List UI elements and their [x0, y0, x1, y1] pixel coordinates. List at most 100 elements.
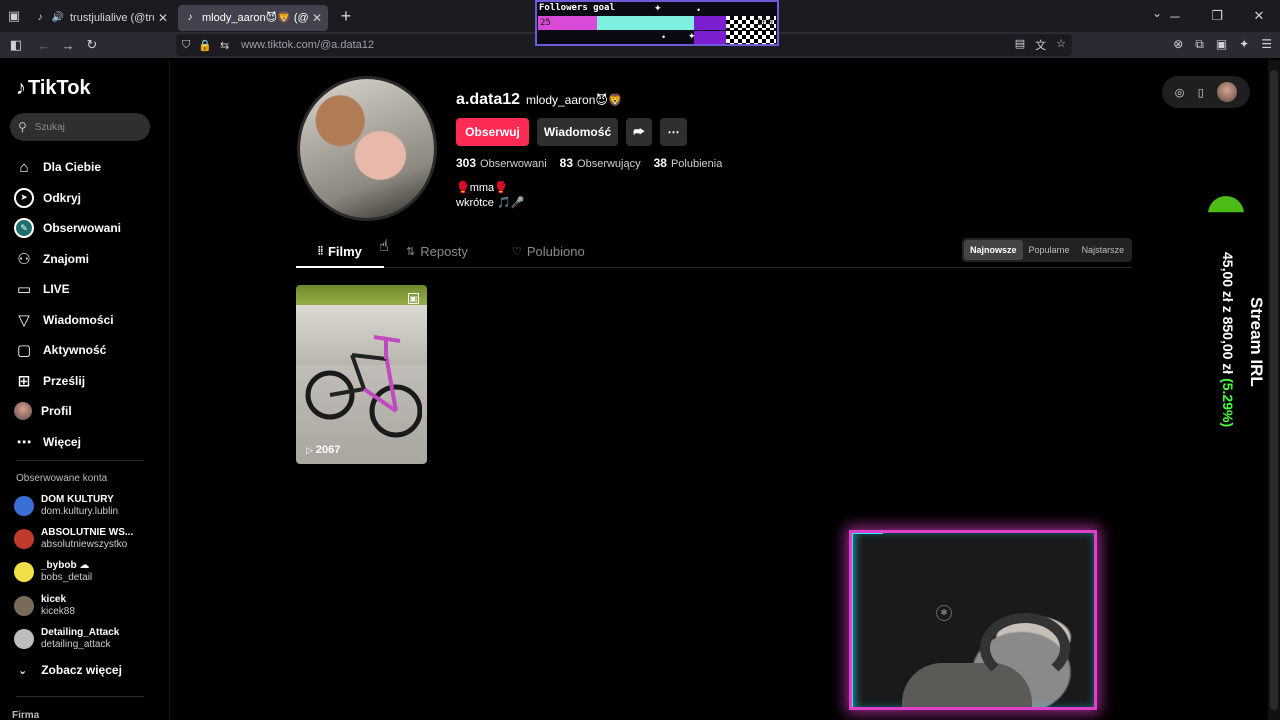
account-name: kicek	[41, 594, 67, 605]
heart-icon: ♡	[512, 246, 522, 258]
friends-icon: ⚇	[17, 250, 31, 268]
sort-newest[interactable]: Najnowsze	[964, 240, 1023, 260]
addon-blue-icon[interactable]: ✦	[1239, 37, 1249, 52]
sort-popular[interactable]: Popularne	[1023, 240, 1076, 260]
menu-icon[interactable]: ☰	[1261, 37, 1272, 52]
more-options-button[interactable]: ⋯	[660, 118, 687, 146]
play-icon: ▷	[306, 444, 313, 455]
phone-icon[interactable]: ▯	[1198, 86, 1204, 99]
headphones-icon	[980, 613, 1070, 683]
account-name: Detailing_Attack	[41, 627, 120, 638]
footer-company-link[interactable]: Firma	[12, 710, 39, 720]
tab-overview-icon[interactable]: ▣	[0, 0, 28, 32]
sidebar-item-label: Dla Ciebie	[43, 160, 102, 175]
sidebar-toggle-icon[interactable]: ◧	[4, 33, 28, 57]
minimize-icon[interactable]: ─	[1154, 0, 1196, 32]
scrollbar-thumb[interactable]	[1270, 70, 1278, 710]
account-handle: detailing_attack	[41, 639, 111, 650]
sidebar-item-more[interactable]: ⋯ Więcej	[14, 427, 121, 458]
close-tab-icon[interactable]: ✕	[158, 11, 168, 25]
shield-icon[interactable]: ⛉	[182, 39, 190, 52]
translate-icon[interactable]: 文	[1035, 37, 1046, 53]
followed-account[interactable]: _bybob ☁ bobs_detail	[14, 560, 92, 584]
follow-button[interactable]: Obserwuj	[456, 118, 529, 146]
stat-label: Polubienia	[670, 158, 723, 170]
tab-title: trustjulialive (@trustjulialive	[70, 11, 154, 24]
account-handle: kicek88	[41, 606, 75, 617]
browser-tab-1[interactable]: ♪ 🔊 trustjulialive (@trustjulialive ✕	[28, 5, 174, 31]
sidebar-item-label: Znajomi	[43, 251, 90, 266]
coin-icon[interactable]: ◎	[1175, 86, 1185, 99]
search-input[interactable]	[34, 121, 135, 133]
browser-tab-2[interactable]: ♪ mlody_aaron😈🦁 (@a.data12 ✕	[178, 4, 328, 31]
sidebar-item-label: Aktywność	[43, 343, 107, 358]
permissions-icon[interactable]: ⇆	[220, 39, 229, 52]
video-views: ▷ 2067	[306, 444, 340, 456]
sidebar-item-upload[interactable]: ⊞ Prześlij	[14, 366, 121, 397]
followed-account[interactable]: Detailing_Attack detailing_attack	[14, 627, 119, 651]
home-icon: ⌂	[19, 158, 29, 176]
sidebar-item-label: Profil	[41, 404, 72, 419]
tab-label: Reposty	[420, 244, 468, 259]
tab-reposts[interactable]: ⇅ Reposty	[406, 244, 468, 259]
stat-followers[interactable]: 83 Obserwujący	[560, 156, 641, 170]
stat-value: 38	[653, 156, 667, 170]
repost-icon: ⇅	[406, 246, 416, 258]
finish-flag-pattern	[726, 31, 776, 44]
reload-icon[interactable]: ↻	[80, 33, 104, 57]
stat-value: 303	[456, 156, 477, 170]
stat-following[interactable]: 303 Obserwowani	[456, 156, 547, 170]
tab-videos[interactable]: ⦙⦙ Filmy	[318, 244, 362, 259]
reader-view-icon[interactable]: ▤	[1015, 37, 1025, 53]
message-button[interactable]: Wiadomość	[537, 118, 618, 146]
followed-account[interactable]: kicek kicek88	[14, 594, 75, 618]
restore-icon[interactable]: ❐	[1196, 0, 1238, 32]
bookmark-star-icon[interactable]: ☆	[1056, 37, 1066, 53]
close-tab-icon[interactable]: ✕	[312, 11, 322, 25]
back-icon[interactable]: ←	[32, 33, 56, 57]
followers-goal-bar	[538, 16, 776, 30]
followed-account[interactable]: ABSOLUTNIE WS... absolutniewszystko	[14, 527, 133, 551]
wall-logo-icon: ✻	[936, 605, 952, 621]
avatar[interactable]	[1217, 82, 1238, 102]
close-window-icon[interactable]: ✕	[1238, 0, 1280, 32]
audio-icon[interactable]: 🔊	[52, 12, 64, 24]
sidebar-item-live[interactable]: ▭ LIVE	[14, 274, 121, 305]
sidebar-item-friends[interactable]: ⚇ Znajomi	[14, 244, 121, 275]
lock-icon[interactable]: 🔒	[198, 39, 212, 52]
extensions-icon[interactable]: ⧉	[1195, 37, 1204, 52]
bio-line: 🥊mma🥊	[456, 182, 508, 194]
sidebar-item-activity[interactable]: ▢ Aktywność	[14, 335, 121, 366]
bio-line: wkrótce 🎵🎤	[456, 197, 525, 209]
sparkle-icon: ✦	[688, 31, 696, 41]
tab-liked[interactable]: ♡ Polubiono	[512, 244, 585, 259]
sidebar-item-messages[interactable]: ▽ Wiadomości	[14, 305, 121, 336]
addon-badge-icon[interactable]: ▣	[1216, 37, 1227, 52]
tiktok-logo[interactable]: ♪ TikTok	[16, 77, 91, 100]
video-thumbnail[interactable]: ▣ ▷ 2067	[296, 285, 427, 464]
new-tab-button[interactable]: +	[332, 6, 360, 27]
search-box[interactable]: ⚲	[10, 113, 150, 141]
goal-target-value: 100	[756, 18, 773, 28]
extension-x-icon[interactable]: ⊗	[1173, 37, 1183, 52]
profile-display-name: mlody_aaron😈🦁	[526, 93, 623, 107]
sidebar-item-explore[interactable]: ➤ Odkryj	[14, 183, 121, 214]
followed-account[interactable]: DOM KULTURY dom.kultury.lublin	[14, 494, 118, 518]
scrollbar[interactable]	[1268, 60, 1280, 720]
sidebar-item-label: Prześlij	[43, 373, 86, 388]
sidebar-item-label: Więcej	[43, 434, 81, 449]
avatar	[14, 562, 34, 582]
sidebar-item-profile[interactable]: Profil	[14, 396, 121, 427]
live-icon: ▭	[16, 281, 32, 299]
sidebar-item-following[interactable]: ✎ Obserwowani	[14, 213, 121, 244]
sparkle-icon: •	[697, 5, 701, 15]
window-controls: ─ ❐ ✕	[1154, 0, 1280, 32]
url-text[interactable]: www.tiktok.com/@a.data12	[241, 39, 374, 51]
sidebar-item-for-you[interactable]: ⌂ Dla Ciebie	[14, 152, 121, 183]
share-button[interactable]: ⮫	[626, 118, 652, 146]
see-more-button[interactable]: ⌄ Zobacz więcej	[18, 663, 122, 677]
cam-frame-glow	[852, 533, 883, 534]
forward-icon[interactable]: →	[56, 33, 80, 57]
sort-oldest[interactable]: Najstarsze	[1076, 240, 1131, 260]
avatar	[14, 496, 34, 516]
